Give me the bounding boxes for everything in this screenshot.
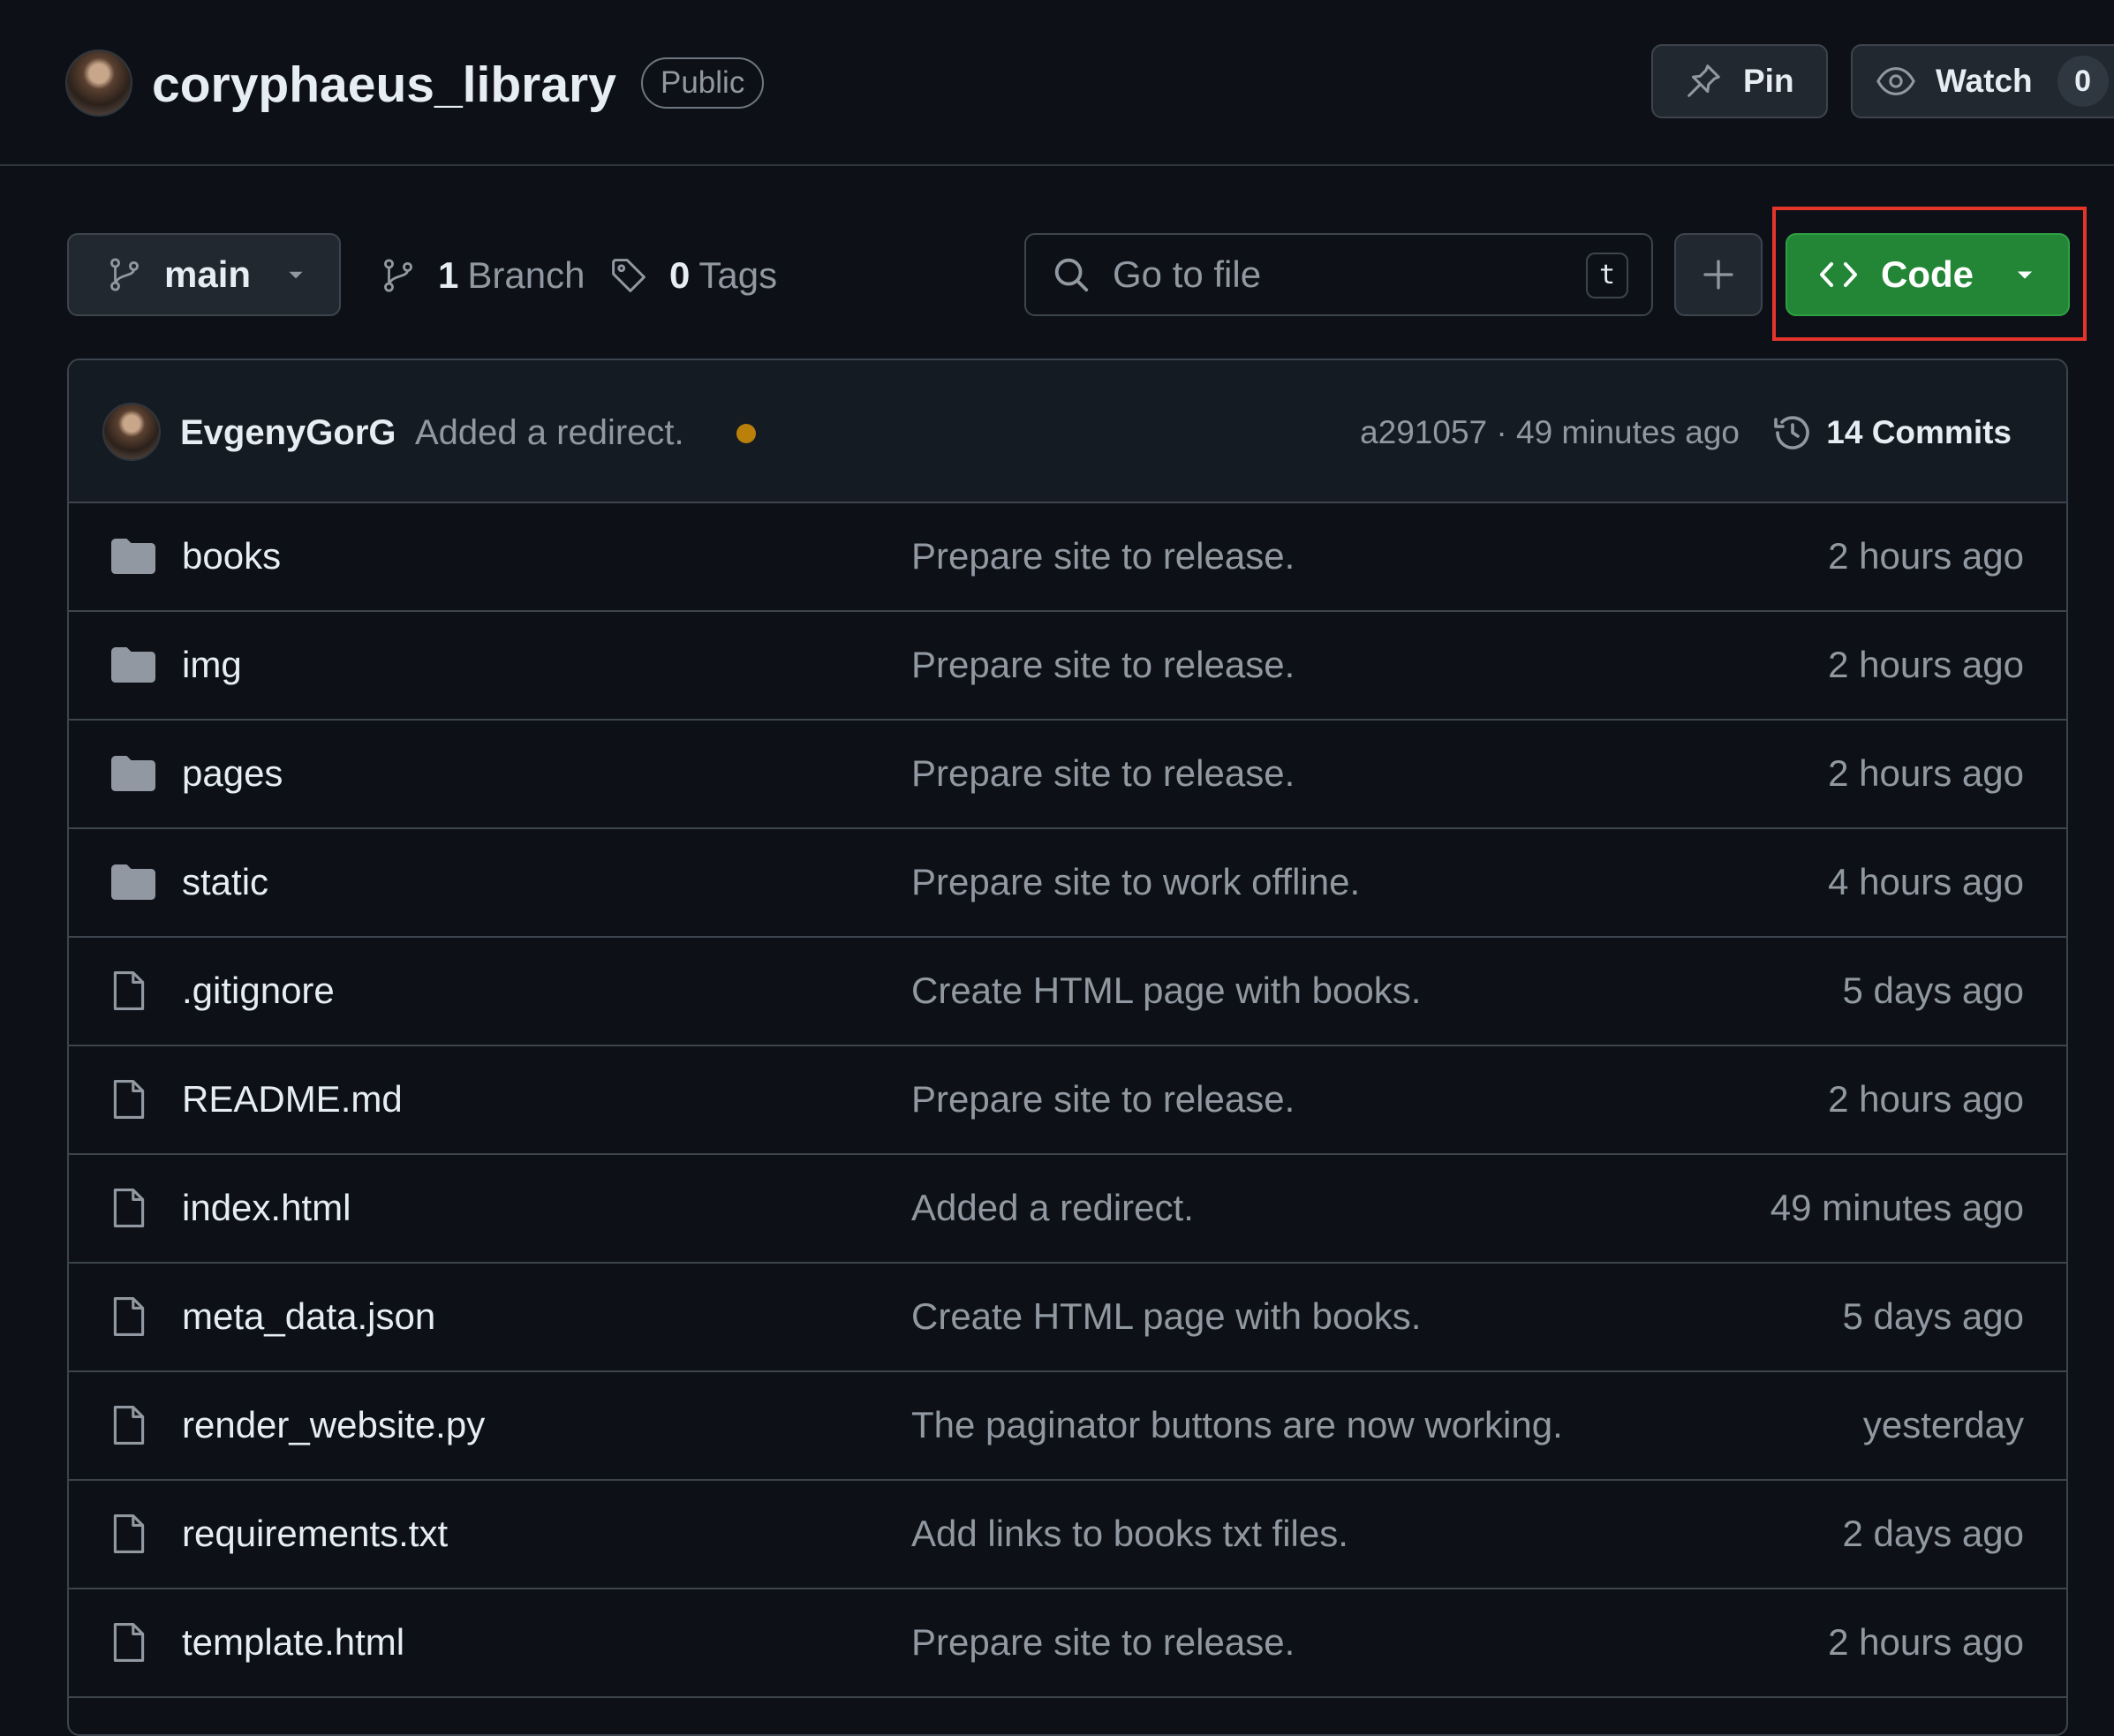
file-name-link[interactable]: pages	[182, 749, 283, 798]
commits-history-link[interactable]: 14 Commits	[1771, 406, 2012, 459]
file-commit-message[interactable]: Prepare site to release.	[911, 640, 1295, 690]
file-commit-time: 4 hours ago	[1828, 861, 2024, 902]
file-name-link[interactable]: render_website.py	[182, 1400, 485, 1450]
file-commit-message[interactable]: Added a redirect.	[911, 1183, 1194, 1233]
commit-hash-time[interactable]: a291057 · 49 minutes ago	[1360, 408, 1740, 457]
file-commit-time: yesterday	[1862, 1404, 2024, 1445]
file-commit-time: 49 minutes ago	[1770, 1187, 2024, 1228]
code-icon	[1817, 253, 1881, 296]
watch-count: 0	[2057, 56, 2109, 107]
history-icon	[1771, 411, 1826, 454]
file-commit-time: 2 hours ago	[1828, 644, 2024, 685]
file-row[interactable]: README.md Prepare site to release. 2 hours…	[69, 1046, 2066, 1155]
commit-message[interactable]: Added a redirect.	[415, 408, 684, 457]
file-commit-time: 2 hours ago	[1828, 1621, 2024, 1663]
file-name-link[interactable]: README.md	[182, 1075, 403, 1124]
file-icon	[111, 1404, 147, 1446]
tag-count: 0	[669, 254, 691, 296]
file-row[interactable]: books Prepare site to release. 2 hours ago	[69, 503, 2066, 612]
repo-name[interactable]: coryphaeus_library	[152, 51, 616, 118]
branch-name: main	[164, 253, 252, 295]
file-row[interactable]: requirements.txt Add links to books txt f…	[69, 1481, 2066, 1589]
git-branch-icon	[106, 256, 143, 293]
file-commit-message[interactable]: Prepare site to release.	[911, 1618, 1295, 1667]
pin-label: Pin	[1743, 63, 1794, 99]
chevron-down-icon	[2012, 262, 2037, 287]
file-commit-time: 5 days ago	[1842, 1295, 2025, 1337]
file-commit-time: 5 days ago	[1842, 970, 2025, 1011]
branch-selector[interactable]: main	[67, 233, 341, 316]
file-icon	[111, 1513, 147, 1555]
file-name-link[interactable]: index.html	[182, 1183, 351, 1233]
file-row[interactable]: template.html Prepare site to release. 2 h…	[69, 1589, 2066, 1698]
folder-icon	[111, 539, 155, 574]
owner-avatar[interactable]	[65, 49, 132, 117]
chevron-down-icon	[284, 263, 307, 286]
file-commit-message[interactable]: Create HTML page with books.	[911, 966, 1421, 1015]
code-label: Code	[1881, 253, 1974, 295]
branch-label: Branch	[467, 254, 585, 296]
latest-commit-bar: EvgenyGorG Added a redirect. a291057 · 4…	[69, 360, 2066, 503]
file-name-link[interactable]: requirements.txt	[182, 1509, 448, 1559]
file-icon	[111, 970, 147, 1012]
file-name-link[interactable]: static	[182, 857, 268, 907]
tags-link[interactable]: 0 Tags	[609, 247, 777, 304]
plus-icon	[1701, 257, 1736, 292]
branches-link[interactable]: 1 Branch	[380, 247, 585, 304]
search-icon	[1051, 254, 1113, 295]
file-commit-message[interactable]: Add links to books txt files.	[911, 1509, 1348, 1559]
file-commit-message[interactable]: Prepare site to release.	[911, 1075, 1295, 1124]
file-name-link[interactable]: img	[182, 640, 242, 690]
file-icon	[111, 1078, 147, 1121]
file-row[interactable]: index.html Added a redirect. 49 minutes ag…	[69, 1155, 2066, 1264]
file-row[interactable]: static Prepare site to work offline. 4 hou…	[69, 829, 2066, 938]
file-icon	[111, 1621, 147, 1664]
file-name-link[interactable]: meta_data.json	[182, 1292, 435, 1341]
file-commit-time: 2 hours ago	[1828, 752, 2024, 794]
commit-status-dot[interactable]	[736, 424, 756, 443]
file-commit-message[interactable]: The paginator buttons are now working.	[911, 1400, 1563, 1450]
folder-icon	[111, 864, 155, 900]
author-avatar[interactable]	[102, 403, 161, 461]
add-file-button[interactable]	[1674, 233, 1763, 316]
code-button[interactable]: Code	[1786, 233, 2070, 316]
watch-label: Watch	[1936, 63, 2033, 99]
file-commit-message[interactable]: Create HTML page with books.	[911, 1292, 1421, 1341]
folder-icon	[111, 756, 155, 791]
file-row[interactable]: img Prepare site to release. 2 hours ago	[69, 612, 2066, 721]
file-row[interactable]: render_website.py The paginator buttons a…	[69, 1372, 2066, 1481]
file-icon	[111, 1295, 147, 1338]
go-to-file-search[interactable]: t	[1024, 233, 1653, 316]
file-commit-message[interactable]: Prepare site to work offline.	[911, 857, 1360, 907]
file-list: EvgenyGorG Added a redirect. a291057 · 4…	[67, 359, 2068, 1736]
commit-author[interactable]: EvgenyGorG	[180, 408, 396, 457]
file-icon	[111, 1187, 147, 1229]
tag-icon	[609, 256, 669, 295]
git-branch-icon	[380, 257, 438, 294]
search-input[interactable]	[1113, 253, 1572, 296]
file-row[interactable]: pages Prepare site to release. 2 hours ago	[69, 721, 2066, 829]
file-commit-time: 2 hours ago	[1828, 535, 2024, 577]
repo-header: coryphaeus_library Public Pin Watch 0	[0, 0, 2114, 166]
file-name-link[interactable]: .gitignore	[182, 966, 335, 1015]
file-row[interactable]: .gitignore Create HTML page with books. 5 …	[69, 938, 2066, 1046]
file-name-link[interactable]: template.html	[182, 1618, 404, 1667]
file-commit-time: 2 days ago	[1842, 1513, 2025, 1554]
keyboard-shortcut-hint: t	[1586, 253, 1628, 298]
eye-icon	[1876, 61, 1936, 102]
file-commit-message[interactable]: Prepare site to release.	[911, 532, 1295, 581]
file-row[interactable]: meta_data.json Create HTML page with book…	[69, 1264, 2066, 1372]
commits-label: 14 Commits	[1826, 414, 2012, 450]
file-commit-time: 2 hours ago	[1828, 1078, 2024, 1120]
pin-icon	[1683, 61, 1743, 102]
file-name-link[interactable]: books	[182, 532, 281, 581]
pin-button[interactable]: Pin	[1651, 44, 1828, 118]
branch-count: 1	[438, 254, 459, 296]
watch-button[interactable]: Watch 0	[1851, 44, 2114, 118]
file-commit-message[interactable]: Prepare site to release.	[911, 749, 1295, 798]
visibility-badge: Public	[641, 57, 765, 109]
tag-label: Tags	[698, 254, 778, 296]
folder-icon	[111, 647, 155, 683]
